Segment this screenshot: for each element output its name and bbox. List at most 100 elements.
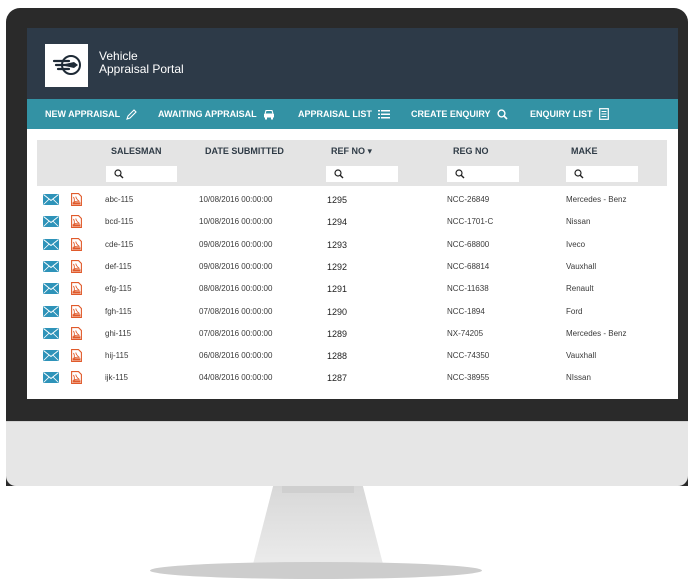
nav-label-new-appraisal: NEW APPRAISAL (45, 109, 121, 119)
date-submitted-cell: 07/08/2016 00:00:00 (199, 306, 273, 316)
salesman-filter-input[interactable] (106, 166, 177, 182)
nav-label-create-enquiry: CREATE ENQUIRY (411, 109, 491, 119)
email-icon[interactable] (43, 238, 59, 250)
pdf-icon[interactable] (71, 282, 82, 296)
pdf-icon[interactable] (71, 349, 82, 363)
document-icon (598, 108, 609, 120)
pdf-icon[interactable] (71, 259, 82, 273)
email-icon[interactable] (43, 260, 59, 272)
table-row[interactable]: efg-115 08/08/2016 00:00:00 1291 NCC-11638 R… (37, 278, 667, 300)
table-row[interactable]: fgh-115 07/08/2016 00:00:00 1290 NCC-1894 Fo… (37, 301, 667, 323)
ref-no-cell: 1291 (327, 284, 348, 295)
make-cell: Vauxhall (566, 351, 597, 361)
nav-label-appraisal-list: APPRAISAL LIST (298, 109, 372, 119)
search-icon (574, 169, 584, 179)
filter-row (37, 163, 667, 186)
column-header-date-submitted[interactable]: DATE SUBMITTED (205, 140, 284, 163)
reg-no-cell: NX-74205 (447, 328, 484, 338)
ref-no-cell: 1287 (327, 373, 348, 384)
make-cell: Vauxhall (566, 261, 597, 271)
search-icon (455, 169, 465, 179)
table-row[interactable]: bcd-115 10/08/2016 00:00:00 1294 NCC-1701-C… (37, 211, 667, 233)
app-title: Vehicle Appraisal Portal (99, 50, 184, 76)
date-submitted-cell: 08/08/2016 00:00:00 (199, 284, 273, 294)
make-filter-input[interactable] (566, 166, 638, 182)
reg-no-cell: NCC-38955 (447, 373, 490, 383)
pdf-icon[interactable] (71, 326, 82, 340)
reg-no-cell: NCC-1701-C (447, 217, 494, 227)
email-icon[interactable] (43, 372, 59, 384)
make-cell: NIssan (566, 373, 591, 383)
date-submitted-cell: 06/08/2016 00:00:00 (199, 351, 273, 361)
pencil-icon (126, 108, 137, 120)
table-row[interactable]: ijk-115 04/08/2016 00:00:00 1287 NCC-38955 N… (37, 367, 667, 389)
reg-no-cell: NCC-68800 (447, 239, 490, 249)
reg-no-cell: NCC-68814 (447, 261, 490, 271)
pdf-icon[interactable] (71, 304, 82, 318)
pdf-icon[interactable] (71, 215, 82, 229)
email-icon[interactable] (43, 216, 59, 228)
table-row[interactable]: def-115 09/08/2016 00:00:00 1292 NCC-68814 V… (37, 256, 667, 278)
salesman-cell: ghi-115 (105, 328, 132, 338)
column-header-ref-no[interactable]: REF NO ▾ (331, 140, 372, 163)
email-icon[interactable] (43, 305, 59, 317)
app-logo[interactable] (45, 44, 88, 87)
table-row[interactable]: abc-115 10/08/2016 00:00:00 1295 NCC-26849 M… (37, 189, 667, 211)
salesman-cell: ijk-115 (105, 373, 128, 383)
table-row[interactable]: ghi-115 07/08/2016 00:00:00 1289 NX-74205 Me… (37, 323, 667, 345)
column-header-make[interactable]: MAKE (571, 140, 598, 163)
pdf-icon[interactable] (71, 237, 82, 251)
pdf-icon[interactable] (71, 193, 82, 206)
ref-no-cell: 1290 (327, 306, 348, 317)
table-row[interactable]: cde-115 09/08/2016 00:00:00 1293 NCC-68800 I… (37, 234, 667, 256)
ref-no-cell: 1293 (327, 239, 348, 250)
date-submitted-cell: 09/08/2016 00:00:00 (199, 261, 273, 271)
email-icon[interactable] (43, 327, 59, 339)
ref-no-filter-input[interactable] (326, 166, 398, 182)
salesman-cell: def-115 (105, 261, 132, 271)
reg-no-filter-input[interactable] (447, 166, 519, 182)
ref-no-cell: 1288 (327, 351, 348, 362)
search-icon (334, 169, 344, 179)
ref-no-cell: 1294 (327, 217, 348, 228)
make-cell: Mercedes - Benz (566, 328, 627, 338)
salesman-cell: efg-115 (105, 284, 132, 294)
pdf-icon[interactable] (71, 371, 82, 385)
make-cell: Nissan (566, 217, 591, 227)
monitor-base (150, 562, 482, 579)
nav-awaiting-appraisal[interactable]: AWAITING APPRAISAL (158, 99, 275, 129)
table-row[interactable]: hij-115 06/08/2016 00:00:00 1288 NCC-74350 V… (37, 345, 667, 367)
email-icon[interactable] (43, 350, 59, 362)
nav-appraisal-list[interactable]: APPRAISAL LIST (298, 99, 390, 129)
nav-create-enquiry[interactable]: CREATE ENQUIRY (411, 99, 508, 129)
nav-label-awaiting-appraisal: AWAITING APPRAISAL (158, 109, 257, 119)
search-icon (496, 108, 508, 120)
list-icon (377, 110, 390, 119)
nav-label-enquiry-list: ENQUIRY LIST (530, 109, 593, 119)
email-icon[interactable] (43, 283, 59, 295)
make-cell: Renault (566, 284, 594, 294)
date-submitted-cell: 04/08/2016 00:00:00 (199, 373, 273, 383)
car-icon (263, 109, 274, 119)
date-submitted-cell: 10/08/2016 00:00:00 (199, 195, 273, 204)
app-header: Vehicle Appraisal Portal (27, 28, 678, 99)
table-header: SALESMAN DATE SUBMITTED REF NO ▾ REG NO … (37, 140, 667, 163)
ref-no-cell: 1295 (327, 195, 348, 205)
car-logo-icon (52, 55, 81, 75)
date-submitted-cell: 07/08/2016 00:00:00 (199, 328, 273, 338)
date-submitted-cell: 10/08/2016 00:00:00 (199, 217, 273, 227)
nav-new-appraisal[interactable]: NEW APPRAISAL (45, 99, 137, 129)
email-icon[interactable] (43, 194, 59, 205)
reg-no-cell: NCC-1894 (447, 306, 485, 316)
salesman-cell: cde-115 (105, 239, 134, 249)
reg-no-cell: NCC-11638 (447, 284, 489, 294)
column-header-reg-no[interactable]: REG NO (453, 140, 489, 163)
column-header-salesman[interactable]: SALESMAN (111, 140, 162, 163)
make-cell: Ford (566, 306, 583, 316)
reg-no-cell: NCC-26849 (447, 195, 490, 204)
nav-enquiry-list[interactable]: ENQUIRY LIST (530, 99, 609, 129)
salesman-cell: bcd-115 (105, 217, 134, 227)
main-nav: NEW APPRAISAL AWAITING APPRAISAL APPRAIS… (27, 99, 678, 129)
reg-no-cell: NCC-74350 (447, 351, 490, 361)
monitor-chin (6, 422, 688, 486)
